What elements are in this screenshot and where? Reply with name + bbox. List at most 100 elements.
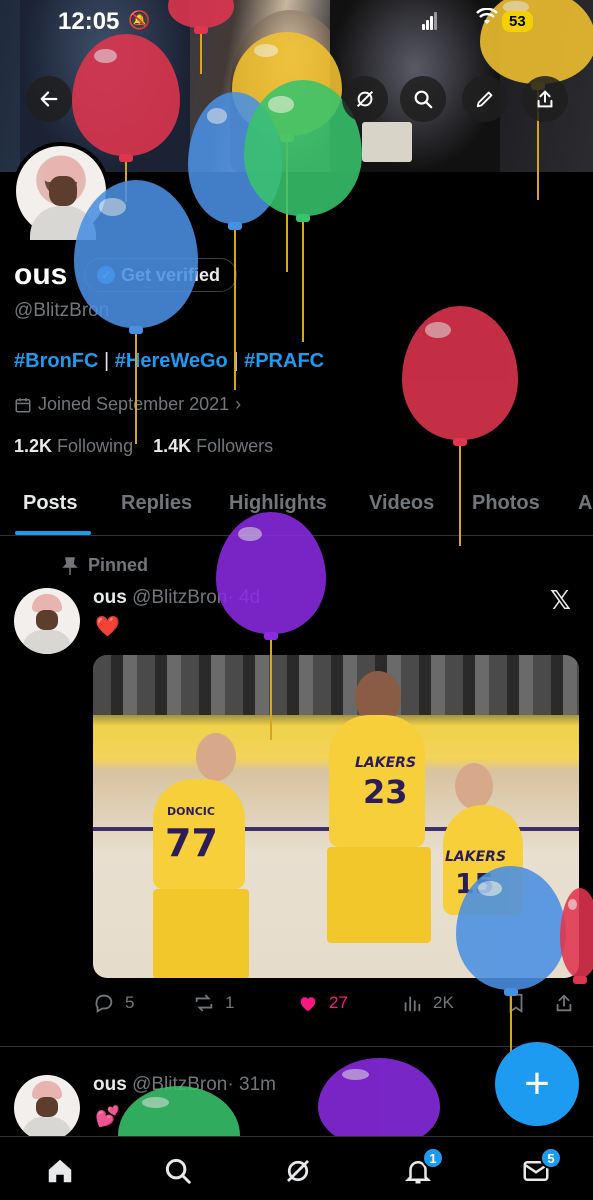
bottom-nav: 1 5: [0, 1136, 593, 1200]
wifi-icon: [476, 7, 498, 32]
following-link[interactable]: 1.2K Following: [14, 436, 133, 456]
share-button[interactable]: [522, 76, 568, 122]
tab-posts[interactable]: Posts: [23, 492, 77, 515]
reply-count: 5: [125, 993, 135, 1012]
grok-icon: [356, 90, 374, 108]
chevron-right-icon: ›: [235, 394, 242, 414]
banner-credential-badge: [362, 122, 412, 162]
nav-home[interactable]: [42, 1153, 78, 1189]
tweet-divider: [0, 1046, 593, 1047]
bar-chart-icon: [404, 996, 421, 1012]
battery-indicator: 53: [502, 11, 533, 32]
player-jersey: LAKERS 23: [329, 715, 425, 847]
tweet-text: ❤️: [95, 616, 120, 638]
player-jersey: LAKERS 15: [443, 805, 523, 915]
x-logo-icon[interactable]: 𝕏: [550, 585, 571, 616]
nav-messages[interactable]: 5: [518, 1147, 562, 1189]
tweet-time: · 4d: [227, 587, 261, 608]
jersey-name: DONCIC: [167, 805, 215, 818]
jersey-number: 15: [455, 867, 494, 900]
bookmark-button[interactable]: [505, 992, 527, 1014]
jersey-number: 23: [363, 773, 408, 811]
tweet-time: · 31m: [227, 1074, 276, 1095]
tweet-header[interactable]: ous @BlitzBron· 31m: [93, 1074, 276, 1096]
pencil-icon: [476, 91, 493, 108]
jersey-name: LAKERS: [445, 849, 507, 865]
tweet-image[interactable]: DONCIC 77 LAKERS 23 LAKERS 15: [93, 655, 579, 978]
reply-button[interactable]: 5: [93, 992, 134, 1014]
tab-highlights[interactable]: Highlights: [229, 492, 327, 515]
following-count: 1.2K: [14, 436, 53, 456]
silent-mode-icon: 🔕: [128, 10, 151, 30]
search-icon: [414, 90, 433, 109]
tweet-text: 💕: [95, 1106, 120, 1128]
grok-icon: [287, 1160, 309, 1182]
jersey-name: LAKERS: [355, 755, 417, 771]
tab-videos[interactable]: Videos: [369, 492, 434, 515]
heart-filled-icon: [300, 997, 316, 1012]
avatar-face: [36, 1097, 58, 1117]
bio-hashtag[interactable]: #BronFC: [14, 350, 98, 372]
like-button[interactable]: 27: [297, 992, 348, 1014]
profile-name: ous: [14, 258, 68, 291]
views-button[interactable]: 2K: [401, 992, 454, 1014]
nav-grok[interactable]: [280, 1153, 316, 1189]
player-head: [196, 733, 236, 781]
pin-icon: [62, 556, 78, 575]
like-count: 27: [329, 993, 348, 1012]
share-icon: [537, 90, 553, 108]
tweet-actions: 5 1 27 2K: [93, 990, 579, 1020]
tweet-avatar[interactable]: [14, 1075, 80, 1141]
cellular-signal-icon: [422, 12, 438, 30]
search-icon: [165, 1158, 191, 1184]
following-label: Following: [57, 436, 134, 456]
pinned-label: Pinned: [88, 555, 149, 575]
compose-button[interactable]: +: [495, 1042, 579, 1126]
joined-date[interactable]: Joined September 2021 ›: [14, 394, 241, 415]
verified-check-icon: ✓: [97, 266, 115, 284]
tweet-header[interactable]: ous @BlitzBron· 4d: [93, 587, 260, 609]
get-verified-button[interactable]: ✓ Get verified: [84, 258, 238, 292]
view-count: 2K: [433, 993, 454, 1012]
search-button[interactable]: [400, 76, 446, 122]
repost-icon: [195, 994, 213, 1012]
player-shorts: [153, 889, 249, 978]
nav-notifications[interactable]: 1: [400, 1147, 444, 1189]
bio-hashtag[interactable]: #PRAFC: [244, 350, 324, 372]
avatar-body: [30, 206, 96, 240]
calendar-icon: [15, 397, 31, 412]
player-shorts: [327, 847, 431, 943]
tweet-avatar[interactable]: [14, 588, 80, 654]
tweet-share-button[interactable]: [553, 992, 575, 1014]
followers-link[interactable]: 1.4K Followers: [153, 436, 273, 456]
jersey-number: 77: [165, 821, 218, 865]
avatar-body: [22, 630, 72, 654]
player-head: [455, 763, 493, 809]
bio-separator: |: [98, 350, 115, 372]
active-tab-indicator: [15, 531, 91, 535]
follow-stats: 1.2K Following 1.4K Followers: [14, 436, 273, 457]
tab-photos[interactable]: Photos: [472, 492, 540, 515]
edit-profile-button[interactable]: [462, 76, 508, 122]
repost-count: 1: [225, 993, 235, 1012]
bio-separator: |: [227, 350, 245, 372]
profile-handle: @BlitzBron: [14, 300, 110, 321]
tweet-author-name: ous: [93, 587, 127, 608]
bookmark-icon: [509, 993, 523, 1013]
reply-icon: [95, 994, 113, 1013]
back-button[interactable]: [26, 76, 72, 122]
tab-articles[interactable]: A: [578, 492, 592, 515]
tweet-author-handle: @BlitzBron: [132, 1074, 228, 1095]
bio-hashtag[interactable]: #HereWeGo: [115, 350, 228, 372]
followers-count: 1.4K: [153, 436, 192, 456]
avatar-face: [36, 610, 58, 630]
repost-button[interactable]: 1: [193, 992, 234, 1014]
grok-button[interactable]: [342, 76, 388, 122]
nav-search[interactable]: [160, 1153, 196, 1189]
home-icon: [48, 1159, 72, 1183]
arrow-left-icon: [40, 91, 58, 107]
tweet-author-handle: @BlitzBron: [132, 587, 228, 608]
profile-avatar[interactable]: [12, 142, 110, 240]
tab-replies[interactable]: Replies: [121, 492, 192, 515]
joined-label: Joined September 2021: [38, 394, 230, 414]
